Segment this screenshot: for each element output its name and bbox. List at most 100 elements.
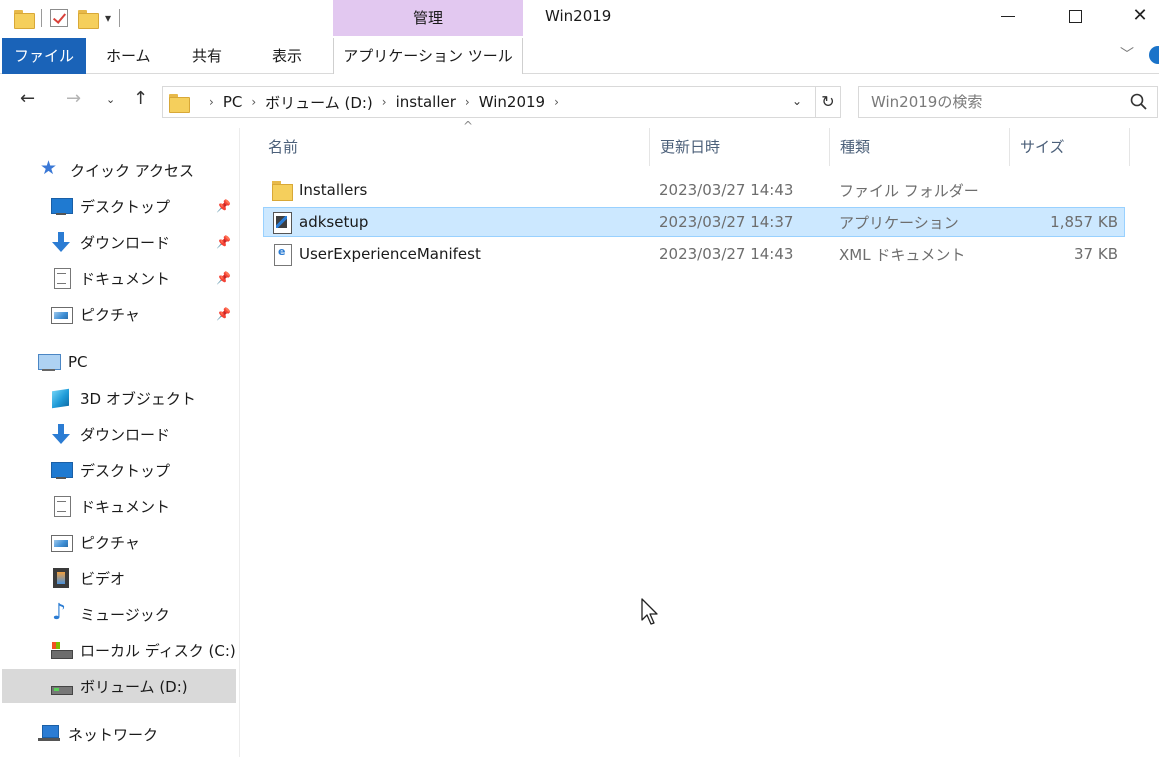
nav-network[interactable]: ネットワーク — [38, 717, 158, 751]
back-arrow-icon[interactable]: ← — [20, 88, 35, 109]
nav-pc[interactable]: PC — [38, 345, 88, 379]
maximize-button[interactable] — [1052, 0, 1098, 32]
volume-icon — [50, 675, 73, 697]
nav-item-volume-d[interactable]: ボリューム (D:) — [2, 669, 236, 703]
window-title: Win2019 — [545, 7, 612, 25]
chevron-right-icon[interactable]: › — [382, 95, 387, 109]
new-folder-icon[interactable] — [78, 9, 99, 29]
properties-icon[interactable] — [50, 9, 68, 27]
qat-customize-icon[interactable]: ▾ — [105, 11, 111, 25]
pin-icon[interactable]: 📌 — [216, 235, 231, 249]
recent-locations-icon[interactable]: ⌄ — [106, 93, 115, 106]
nav-item-3d-objects[interactable]: 3D オブジェクト — [50, 381, 196, 415]
pin-icon[interactable]: 📌 — [216, 199, 231, 213]
desktop-icon — [50, 459, 73, 481]
file-name: UserExperienceManifest — [299, 245, 481, 263]
maximize-icon — [1068, 9, 1082, 23]
nav-label: ミュージック — [80, 605, 170, 624]
refresh-icon[interactable]: ↻ — [815, 86, 841, 118]
document-icon — [50, 495, 72, 517]
nav-item-pictures-pinned[interactable]: ピクチャ 📌 — [50, 297, 240, 331]
download-icon — [50, 231, 72, 253]
breadcrumb-volume-d[interactable]: ボリューム (D:) — [265, 92, 373, 113]
file-row-installers[interactable]: Installers 2023/03/27 14:43 ファイル フォルダー — [263, 175, 1125, 205]
nav-label: ダウンロード — [80, 233, 171, 252]
file-list: ^ 名前 更新日時 種類 サイズ Installers 2023/03/27 1… — [241, 120, 1159, 757]
chevron-right-icon[interactable]: › — [251, 95, 256, 109]
column-header-name[interactable]: ^ 名前 — [258, 120, 650, 166]
nav-item-documents-pinned[interactable]: ドキュメント 📌 — [50, 261, 240, 295]
tab-home[interactable]: ホーム — [106, 38, 151, 74]
breadcrumb-pc[interactable]: PC — [223, 93, 243, 111]
chevron-right-icon[interactable]: › — [209, 95, 214, 109]
mouse-cursor-icon — [641, 598, 658, 625]
breadcrumb-win2019[interactable]: Win2019 — [479, 93, 545, 111]
folder-icon[interactable] — [14, 9, 35, 29]
nav-item-desktop[interactable]: デスクトップ — [50, 453, 170, 487]
minimize-button[interactable] — [985, 0, 1031, 32]
nav-item-music[interactable]: ミュージック — [50, 597, 170, 631]
address-bar-row: ← → ⌄ ↑ › PC › ボリューム (D:) › installer › … — [0, 74, 1159, 128]
help-icon[interactable] — [1149, 46, 1159, 64]
qat-separator — [119, 9, 121, 27]
column-label: 名前 — [268, 138, 299, 156]
minimize-icon — [1001, 15, 1015, 17]
file-name: adksetup — [299, 213, 369, 231]
nav-label: ドキュメント — [80, 269, 171, 288]
search-box[interactable] — [858, 86, 1158, 118]
expand-ribbon-icon[interactable]: ﹀ — [1120, 44, 1134, 64]
address-dropdown-icon[interactable]: ⌄ — [792, 94, 802, 108]
nav-label: ビデオ — [80, 569, 126, 588]
breadcrumb-installer[interactable]: installer — [396, 93, 456, 111]
tab-file[interactable]: ファイル — [2, 38, 86, 74]
nav-label: ピクチャ — [80, 533, 140, 552]
nav-item-pictures[interactable]: ピクチャ — [50, 525, 140, 559]
forward-arrow-icon[interactable]: → — [66, 88, 81, 109]
up-arrow-icon[interactable]: ↑ — [133, 88, 148, 109]
nav-item-desktop-pinned[interactable]: デスクトップ 📌 — [50, 189, 240, 223]
application-icon — [271, 211, 293, 234]
address-bar[interactable]: › PC › ボリューム (D:) › installer › Win2019 … — [162, 86, 816, 118]
contextual-tab-group-manage[interactable]: 管理 — [333, 0, 523, 36]
video-icon — [50, 567, 72, 589]
tab-application-tools[interactable]: アプリケーション ツール — [333, 38, 523, 74]
nav-item-downloads[interactable]: ダウンロード — [50, 417, 170, 451]
pc-icon — [38, 351, 61, 373]
column-header-modified[interactable]: 更新日時 — [650, 128, 830, 166]
nav-label: デスクトップ — [80, 461, 171, 480]
file-type: XML ドキュメント — [839, 245, 966, 264]
3d-objects-icon — [50, 387, 72, 409]
network-icon — [38, 723, 60, 745]
nav-quick-access[interactable]: クイック アクセス — [40, 153, 194, 187]
tab-view[interactable]: 表示 — [272, 38, 302, 74]
nav-label: PC — [68, 353, 88, 371]
nav-label: クイック アクセス — [70, 161, 195, 180]
file-row-userexperiencemanifest[interactable]: UserExperienceManifest 2023/03/27 14:43 … — [263, 239, 1125, 269]
nav-label: ローカル ディスク (C:) — [80, 641, 236, 660]
close-button[interactable]: ✕ — [1117, 0, 1159, 32]
folder-icon — [271, 179, 293, 201]
ribbon-tabs: ファイル ホーム 共有 表示 アプリケーション ツール ﹀ — [0, 36, 1159, 74]
search-icon[interactable] — [1129, 92, 1149, 112]
file-size: 37 KB — [1074, 245, 1118, 263]
column-header-type[interactable]: 種類 — [830, 128, 1010, 166]
chevron-right-icon[interactable]: › — [554, 95, 559, 109]
xml-document-icon — [271, 243, 293, 266]
tab-share[interactable]: 共有 — [192, 38, 222, 74]
column-header-size[interactable]: サイズ — [1010, 128, 1130, 166]
nav-label: 3D オブジェクト — [80, 389, 196, 408]
qat-separator — [41, 9, 42, 27]
quick-access-star-icon — [40, 157, 62, 181]
nav-item-documents[interactable]: ドキュメント — [50, 489, 170, 523]
close-icon: ✕ — [1132, 5, 1148, 26]
nav-item-downloads-pinned[interactable]: ダウンロード 📌 — [50, 225, 240, 259]
search-input[interactable] — [859, 87, 1119, 117]
file-row-adksetup[interactable]: adksetup 2023/03/27 14:37 アプリケーション 1,857… — [263, 207, 1125, 237]
file-modified: 2023/03/27 14:43 — [659, 181, 794, 199]
nav-item-local-disk-c[interactable]: ローカル ディスク (C:) — [50, 633, 236, 667]
nav-item-videos[interactable]: ビデオ — [50, 561, 125, 595]
chevron-right-icon[interactable]: › — [465, 95, 470, 109]
pin-icon[interactable]: 📌 — [216, 307, 231, 321]
sort-ascending-icon: ^ — [463, 119, 474, 133]
pin-icon[interactable]: 📌 — [216, 271, 231, 285]
